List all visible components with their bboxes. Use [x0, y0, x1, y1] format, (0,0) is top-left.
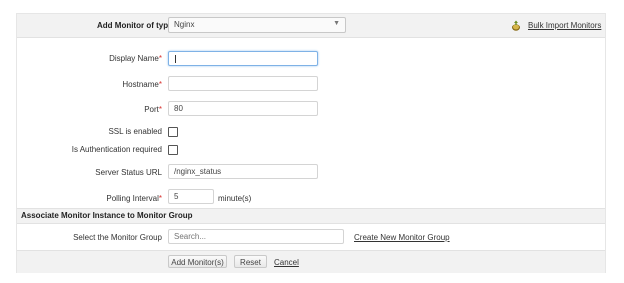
text-caret — [175, 54, 176, 63]
ssl-checkbox[interactable] — [168, 127, 178, 137]
monitor-type-bar: Add Monitor of type Nginx ▼ Bulk Import … — [17, 14, 605, 38]
required-marker: * — [158, 194, 162, 203]
display-name-input[interactable] — [168, 51, 318, 66]
polling-label-text: Polling Interval — [106, 194, 159, 203]
monitor-type-value: Nginx — [174, 20, 195, 29]
hostname-label-text: Hostname — [122, 80, 159, 89]
add-monitor-panel: Add Monitor of type Nginx ▼ Bulk Import … — [16, 13, 606, 273]
hostname-input[interactable] — [168, 76, 318, 91]
cancel-link[interactable]: Cancel — [274, 258, 299, 267]
port-label-text: Port — [144, 105, 159, 114]
auth-label: Is Authentication required — [71, 145, 162, 154]
monitor-group-search-input[interactable] — [168, 229, 344, 244]
status-url-label: Server Status URL — [95, 168, 162, 177]
auth-checkbox[interactable] — [168, 145, 178, 155]
polling-interval-input[interactable]: 5 — [168, 189, 214, 204]
monitor-group-label: Select the Monitor Group — [73, 233, 162, 242]
form-footer: Add Monitor(s) Reset Cancel — [17, 250, 605, 273]
ssl-label: SSL is enabled — [108, 127, 162, 136]
reset-button[interactable]: Reset — [234, 255, 267, 268]
bulk-import-link[interactable]: Bulk Import Monitors — [528, 21, 601, 30]
dropdown-arrow-icon: ▼ — [333, 20, 340, 27]
add-monitor-button[interactable]: Add Monitor(s) — [168, 255, 227, 268]
status-url-input[interactable]: /nginx_status — [168, 164, 318, 179]
section-title: Associate Monitor Instance to Monitor Gr… — [21, 211, 193, 220]
create-monitor-group-link[interactable]: Create New Monitor Group — [354, 233, 450, 242]
status-url-value: /nginx_status — [174, 167, 222, 176]
required-marker: * — [158, 54, 162, 63]
required-marker: * — [158, 105, 162, 114]
polling-value: 5 — [174, 192, 179, 201]
polling-unit: minute(s) — [218, 194, 252, 203]
polling-label: Polling Interval* — [17, 194, 162, 203]
monitor-group-section-header: Associate Monitor Instance to Monitor Gr… — [17, 208, 605, 224]
port-value: 80 — [174, 104, 183, 113]
port-input[interactable]: 80 — [168, 101, 318, 116]
bulk-import-icon[interactable] — [511, 20, 521, 31]
required-marker: * — [158, 80, 162, 89]
hostname-label: Hostname* — [17, 80, 162, 89]
monitor-type-select[interactable]: Nginx ▼ — [168, 17, 346, 33]
display-name-label-text: Display Name — [109, 54, 159, 63]
display-name-label: Display Name* — [17, 54, 162, 63]
port-label: Port* — [17, 105, 162, 114]
monitor-type-label: Add Monitor of type — [97, 21, 173, 30]
